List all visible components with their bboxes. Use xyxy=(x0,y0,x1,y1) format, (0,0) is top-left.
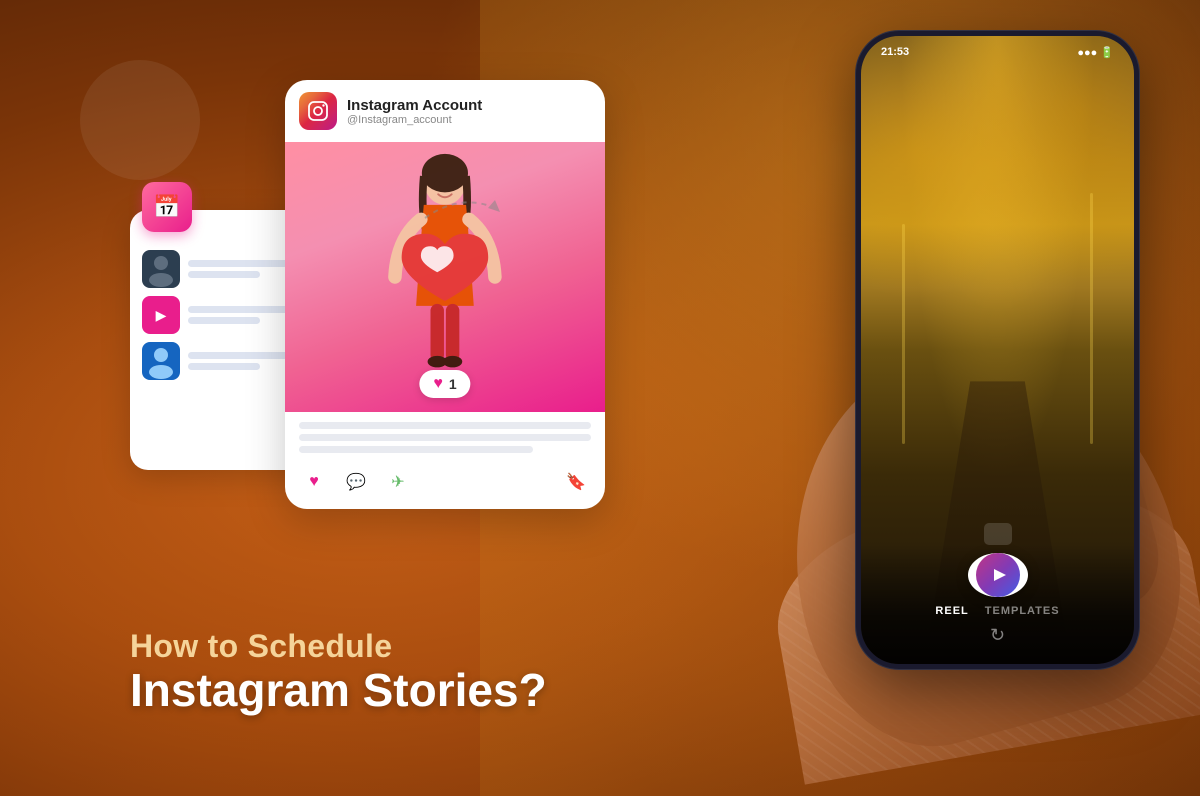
instagram-account-info: Instagram Account @Instagram_account xyxy=(347,97,482,126)
headline-line1: How to Schedule xyxy=(130,628,547,665)
instagram-actions: ♥ 💬 ✈ 🔖 xyxy=(285,459,605,509)
bookmark-button[interactable]: 🔖 xyxy=(561,467,591,497)
scheduler-thumb-2: ▶ xyxy=(142,296,180,334)
phone-screen-content: 21:53 ●●● 🔋 xyxy=(861,36,1134,664)
calendar-icon: 📅 xyxy=(142,182,192,232)
dashed-arrow xyxy=(420,188,510,233)
instagram-caption xyxy=(285,412,605,459)
reel-button[interactable] xyxy=(968,553,1028,597)
phone-bottom-icons xyxy=(984,523,1012,545)
phone-bottom-ui: REEL TEMPLATES ↻ xyxy=(861,544,1134,664)
phone-refresh-icon[interactable]: ↻ xyxy=(990,625,1005,646)
scheduler-line-short xyxy=(188,271,260,278)
instagram-post-image: ♥ 1 xyxy=(285,142,605,412)
phone-gallery-icon[interactable] xyxy=(984,523,1012,545)
scheduler-thumb-1 xyxy=(142,250,180,288)
phone-screen: 21:53 ●●● 🔋 xyxy=(861,36,1134,664)
phone-statusbar: 21:53 ●●● 🔋 xyxy=(861,46,1134,59)
scheduler-line-2b xyxy=(188,317,260,324)
text-section: How to Schedule Instagram Stories? xyxy=(130,628,547,716)
reel-button-inner xyxy=(976,553,1020,597)
scheduler-line-3b xyxy=(188,363,260,370)
like-badge: ♥ 1 xyxy=(419,370,470,398)
action-icons-left: ♥ 💬 ✈ xyxy=(299,467,413,497)
caption-line-1 xyxy=(299,422,591,429)
phone-time: 21:53 xyxy=(881,46,909,59)
comment-button[interactable]: 💬 xyxy=(341,467,371,497)
phone-indicators: ●●● 🔋 xyxy=(1077,46,1114,59)
like-count: 1 xyxy=(449,376,457,392)
send-button[interactable]: ✈ xyxy=(383,467,413,497)
instagram-account-name: Instagram Account xyxy=(347,97,482,114)
street-light-2 xyxy=(1090,193,1093,444)
phone-device: 21:53 ●●● 🔋 xyxy=(820,30,1140,710)
instagram-post-card: Instagram Account @Instagram_account xyxy=(285,80,605,509)
templates-label: TEMPLATES xyxy=(985,605,1060,617)
headline-line2: Instagram Stories? xyxy=(130,665,547,716)
reel-labels: REEL TEMPLATES xyxy=(935,605,1059,617)
instagram-account-handle: @Instagram_account xyxy=(347,114,482,126)
caption-lines xyxy=(299,422,591,453)
caption-line-3 xyxy=(299,446,533,453)
street-light-1 xyxy=(902,224,905,444)
phone-body: 21:53 ●●● 🔋 xyxy=(855,30,1140,670)
reel-label: REEL xyxy=(935,605,968,617)
like-button[interactable]: ♥ xyxy=(299,467,329,497)
heart-icon: ♥ xyxy=(433,375,443,393)
scheduler-thumb-3 xyxy=(142,342,180,380)
instagram-logo xyxy=(299,92,337,130)
instagram-card-header: Instagram Account @Instagram_account xyxy=(285,80,605,142)
caption-line-2 xyxy=(299,434,591,441)
ui-cards-area: 📅 ▶ ✓ xyxy=(130,80,750,640)
